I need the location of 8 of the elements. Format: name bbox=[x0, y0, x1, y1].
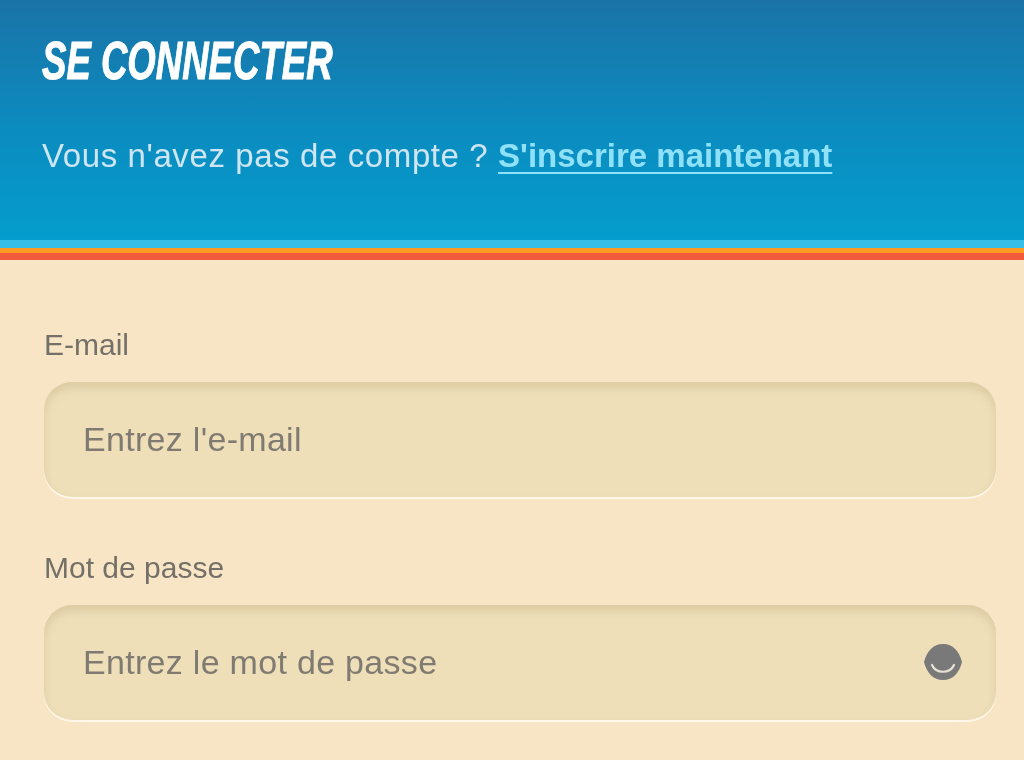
field-label: Mot de passe bbox=[44, 551, 225, 585]
signup-link[interactable]: S'inscrire maintenant bbox=[498, 137, 833, 174]
email-field[interactable]: Entrez l'e-mail bbox=[44, 382, 996, 497]
field-label: E-mail bbox=[44, 328, 129, 362]
password-field[interactable]: Entrez le mot de passe bbox=[44, 605, 996, 720]
eye-icon[interactable] bbox=[923, 643, 963, 681]
signup-prompt: Vous n'avez pas de compte ? S'inscrire maintenant bbox=[42, 137, 834, 175]
page-title: SE CONNECTER bbox=[42, 34, 333, 87]
